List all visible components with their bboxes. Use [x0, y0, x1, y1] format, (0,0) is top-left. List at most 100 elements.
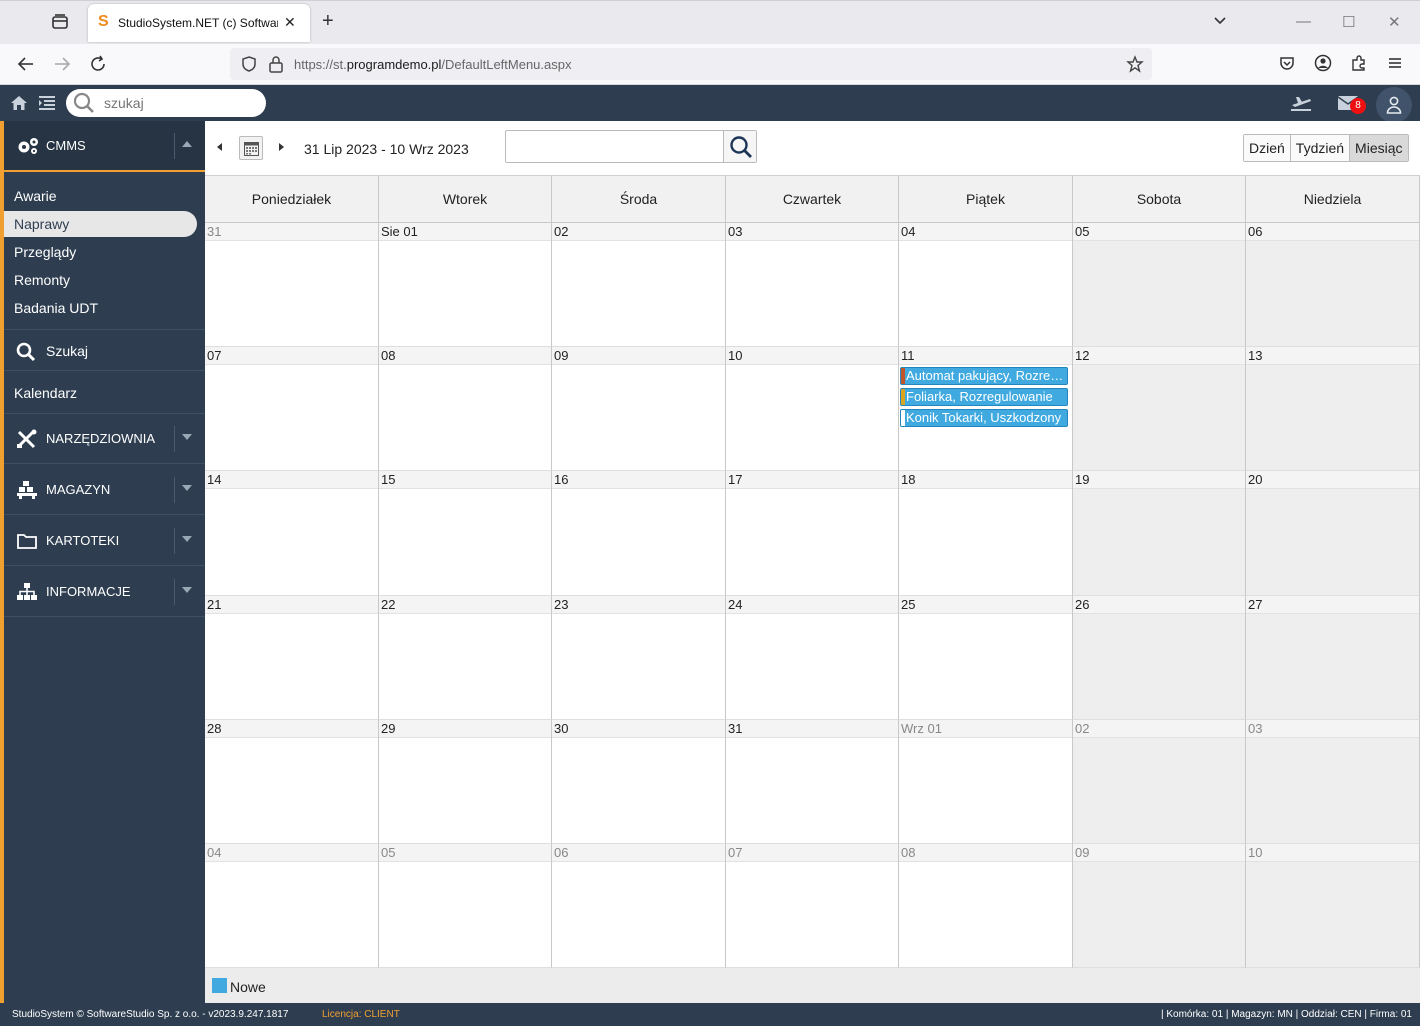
plane-icon[interactable]: [1290, 95, 1312, 114]
expand-arrow-icon[interactable]: [182, 536, 192, 542]
chevron-down-icon[interactable]: [1212, 13, 1228, 32]
day-cell[interactable]: 14: [205, 471, 379, 596]
day-cell[interactable]: 07: [205, 347, 379, 471]
day-cell[interactable]: 10: [726, 347, 899, 471]
day-cell[interactable]: 26: [1073, 596, 1246, 720]
day-cell[interactable]: 11 Automat pakujący, Rozregulowanie Foliar…: [899, 347, 1073, 471]
day-number[interactable]: 16: [552, 471, 725, 489]
day-number[interactable]: 08: [899, 844, 1072, 862]
day-number[interactable]: 25: [899, 596, 1072, 614]
bookmark-star-icon[interactable]: [1126, 55, 1144, 76]
day-number[interactable]: 21: [205, 596, 378, 614]
next-period-icon[interactable]: [279, 143, 284, 151]
day-cell[interactable]: 06: [1246, 223, 1420, 347]
day-cell[interactable]: 06: [552, 844, 726, 968]
close-tab-icon[interactable]: ✕: [284, 14, 296, 31]
expand-arrow-icon[interactable]: [182, 485, 192, 491]
day-number[interactable]: 31: [205, 223, 378, 241]
day-number[interactable]: 29: [379, 720, 551, 738]
day-number[interactable]: 10: [726, 347, 898, 365]
day-number[interactable]: 28: [205, 720, 378, 738]
day-number[interactable]: 13: [1246, 347, 1419, 365]
sidebar-section-kartoteki[interactable]: KARTOTEKI: [4, 516, 205, 566]
day-cell[interactable]: 30: [552, 720, 726, 844]
day-cell[interactable]: 25: [899, 596, 1073, 720]
day-number[interactable]: 27: [1246, 596, 1419, 614]
day-cell[interactable]: 16: [552, 471, 726, 596]
back-icon[interactable]: [16, 54, 36, 74]
address-bar[interactable]: https://st.programdemo.pl/DefaultLeftMen…: [230, 48, 1152, 80]
day-number[interactable]: 06: [1246, 223, 1419, 241]
day-number[interactable]: 24: [726, 596, 898, 614]
day-cell[interactable]: 31: [726, 720, 899, 844]
expand-arrow-icon[interactable]: [182, 587, 192, 593]
day-number[interactable]: 03: [726, 223, 898, 241]
day-cell[interactable]: 04: [899, 223, 1073, 347]
calendar-search-button[interactable]: [723, 131, 756, 162]
view-button-month[interactable]: Miesiąc: [1350, 135, 1408, 161]
close-window-icon[interactable]: ✕: [1388, 13, 1401, 31]
day-number[interactable]: 08: [379, 347, 551, 365]
day-number[interactable]: 09: [1073, 844, 1245, 862]
day-number[interactable]: 19: [1073, 471, 1245, 489]
day-number[interactable]: 07: [205, 347, 378, 365]
global-search[interactable]: [66, 89, 266, 117]
day-number[interactable]: 07: [726, 844, 898, 862]
day-cell[interactable]: 08: [379, 347, 552, 471]
day-number[interactable]: 20: [1246, 471, 1419, 489]
sidebar-section-narzedziownia[interactable]: NARZĘDZIOWNIA: [4, 414, 205, 464]
day-number[interactable]: 02: [1073, 720, 1245, 738]
date-picker-button[interactable]: [239, 136, 263, 160]
expand-arrow-icon[interactable]: [182, 434, 192, 440]
maximize-icon[interactable]: ☐: [1342, 13, 1355, 31]
day-cell[interactable]: 29: [379, 720, 552, 844]
day-cell[interactable]: 28: [205, 720, 379, 844]
sidebar-item-badania-udt[interactable]: Badania UDT: [4, 295, 197, 321]
sidebar-item-szukaj[interactable]: Szukaj: [4, 329, 205, 371]
day-cell[interactable]: 04: [205, 844, 379, 968]
menu-toggle-icon[interactable]: [39, 96, 55, 113]
shield-icon[interactable]: [240, 55, 258, 76]
day-cell[interactable]: 03: [1246, 720, 1420, 844]
day-number[interactable]: 06: [552, 844, 725, 862]
tab-list-icon[interactable]: [50, 13, 70, 31]
day-number[interactable]: 30: [552, 720, 725, 738]
day-cell[interactable]: 24: [726, 596, 899, 720]
forward-icon[interactable]: [52, 54, 72, 74]
day-cell[interactable]: 27: [1246, 596, 1420, 720]
day-number[interactable]: 12: [1073, 347, 1245, 365]
day-number[interactable]: 17: [726, 471, 898, 489]
view-button-day[interactable]: Dzień: [1244, 135, 1291, 161]
pocket-icon[interactable]: [1278, 54, 1296, 75]
global-search-input[interactable]: [104, 94, 254, 112]
day-cell[interactable]: 31: [205, 223, 379, 347]
calendar-search-input[interactable]: [512, 137, 717, 157]
day-cell[interactable]: 09: [1073, 844, 1246, 968]
day-cell[interactable]: 18: [899, 471, 1073, 596]
day-number[interactable]: 26: [1073, 596, 1245, 614]
day-number[interactable]: 22: [379, 596, 551, 614]
day-number[interactable]: Wrz 01: [899, 720, 1072, 738]
day-cell[interactable]: 12: [1073, 347, 1246, 471]
day-cell[interactable]: 22: [379, 596, 552, 720]
day-number[interactable]: 04: [205, 844, 378, 862]
prev-period-icon[interactable]: [217, 143, 222, 151]
day-number[interactable]: 09: [552, 347, 725, 365]
home-icon[interactable]: [10, 95, 28, 114]
day-number[interactable]: 15: [379, 471, 551, 489]
day-cell[interactable]: 08: [899, 844, 1073, 968]
day-number[interactable]: Sie 01: [379, 223, 551, 241]
day-cell[interactable]: 05: [379, 844, 552, 968]
sidebar-item-remonty[interactable]: Remonty: [4, 267, 197, 293]
day-cell[interactable]: 17: [726, 471, 899, 596]
day-cell[interactable]: Sie 01: [379, 223, 552, 347]
day-number[interactable]: 05: [1073, 223, 1245, 241]
day-cell[interactable]: 10: [1246, 844, 1420, 968]
day-number[interactable]: 02: [552, 223, 725, 241]
sidebar-section-cmms[interactable]: CMMS: [4, 121, 205, 172]
day-number[interactable]: 11: [899, 347, 1072, 365]
calendar-event[interactable]: Konik Tokarki, Uszkodzony: [900, 409, 1068, 427]
day-number[interactable]: 10: [1246, 844, 1419, 862]
hamburger-menu-icon[interactable]: [1386, 54, 1404, 75]
day-number[interactable]: 05: [379, 844, 551, 862]
